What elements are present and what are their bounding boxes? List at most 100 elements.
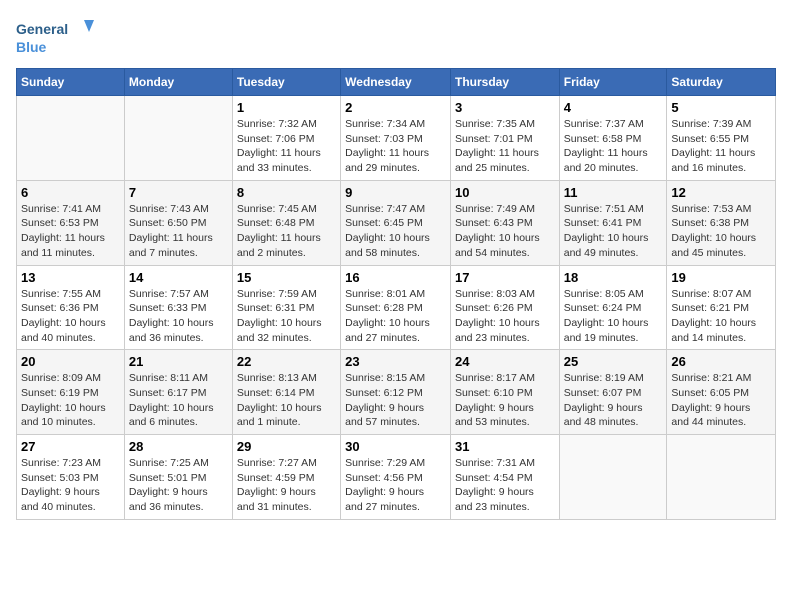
calendar-cell: 6 Sunrise: 7:41 AM Sunset: 6:53 PM Daylig…	[17, 180, 125, 265]
calendar-cell	[17, 96, 125, 181]
calendar-cell: 5 Sunrise: 7:39 AM Sunset: 6:55 PM Daylig…	[667, 96, 776, 181]
calendar-cell: 29Sunrise: 7:27 AM Sunset: 4:59 PM Dayli…	[232, 435, 340, 520]
calendar-cell: 15Sunrise: 7:59 AM Sunset: 6:31 PM Dayli…	[232, 265, 340, 350]
day-number: 5	[671, 100, 771, 115]
day-number: 13	[21, 270, 120, 285]
calendar-cell	[559, 435, 667, 520]
day-number: 29	[237, 439, 336, 454]
logo-svg: General Blue	[16, 16, 96, 60]
calendar-cell: 25Sunrise: 8:19 AM Sunset: 6:07 PM Dayli…	[559, 350, 667, 435]
calendar-cell: 1 Sunrise: 7:32 AM Sunset: 7:06 PM Daylig…	[232, 96, 340, 181]
calendar-cell: 31 Sunrise: 7:31 AM Sunset: 4:54 PM Dayli…	[450, 435, 559, 520]
day-detail: Sunrise: 7:32 AM Sunset: 7:06 PM Dayligh…	[237, 117, 336, 176]
calendar-week-2: 6 Sunrise: 7:41 AM Sunset: 6:53 PM Daylig…	[17, 180, 776, 265]
svg-text:Blue: Blue	[16, 39, 47, 55]
calendar-cell: 22 Sunrise: 8:13 AM Sunset: 6:14 PM Dayli…	[232, 350, 340, 435]
calendar-cell: 7Sunrise: 7:43 AM Sunset: 6:50 PM Daylig…	[124, 180, 232, 265]
calendar-cell: 13 Sunrise: 7:55 AM Sunset: 6:36 PM Dayli…	[17, 265, 125, 350]
day-detail: Sunrise: 7:39 AM Sunset: 6:55 PM Dayligh…	[671, 117, 771, 176]
weekday-header-saturday: Saturday	[667, 69, 776, 96]
day-number: 30	[345, 439, 446, 454]
day-detail: Sunrise: 7:53 AM Sunset: 6:38 PM Dayligh…	[671, 202, 771, 261]
calendar-week-4: 20 Sunrise: 8:09 AM Sunset: 6:19 PM Dayli…	[17, 350, 776, 435]
day-number: 2	[345, 100, 446, 115]
day-number: 12	[671, 185, 771, 200]
day-detail: Sunrise: 7:35 AM Sunset: 7:01 PM Dayligh…	[455, 117, 555, 176]
calendar-week-3: 13 Sunrise: 7:55 AM Sunset: 6:36 PM Dayli…	[17, 265, 776, 350]
day-number: 20	[21, 354, 120, 369]
calendar-cell: 30 Sunrise: 7:29 AM Sunset: 4:56 PM Dayli…	[341, 435, 451, 520]
calendar-cell: 21Sunrise: 8:11 AM Sunset: 6:17 PM Dayli…	[124, 350, 232, 435]
calendar-cell	[124, 96, 232, 181]
calendar-cell: 23 Sunrise: 8:15 AM Sunset: 6:12 PM Dayli…	[341, 350, 451, 435]
day-detail: Sunrise: 7:51 AM Sunset: 6:41 PM Dayligh…	[564, 202, 663, 261]
day-number: 18	[564, 270, 663, 285]
calendar-cell: 24 Sunrise: 8:17 AM Sunset: 6:10 PM Dayli…	[450, 350, 559, 435]
day-detail: Sunrise: 8:01 AM Sunset: 6:28 PM Dayligh…	[345, 287, 446, 346]
weekday-header-monday: Monday	[124, 69, 232, 96]
day-detail: Sunrise: 7:55 AM Sunset: 6:36 PM Dayligh…	[21, 287, 120, 346]
day-detail: Sunrise: 7:47 AM Sunset: 6:45 PM Dayligh…	[345, 202, 446, 261]
day-detail: Sunrise: 8:15 AM Sunset: 6:12 PM Dayligh…	[345, 371, 446, 430]
day-number: 24	[455, 354, 555, 369]
day-detail: Sunrise: 7:37 AM Sunset: 6:58 PM Dayligh…	[564, 117, 663, 176]
calendar-cell: 11 Sunrise: 7:51 AM Sunset: 6:41 PM Dayli…	[559, 180, 667, 265]
day-number: 17	[455, 270, 555, 285]
day-detail: Sunrise: 8:03 AM Sunset: 6:26 PM Dayligh…	[455, 287, 555, 346]
calendar-cell: 8 Sunrise: 7:45 AM Sunset: 6:48 PM Daylig…	[232, 180, 340, 265]
calendar-week-5: 27Sunrise: 7:23 AM Sunset: 5:03 PM Dayli…	[17, 435, 776, 520]
day-number: 8	[237, 185, 336, 200]
calendar-cell: 2 Sunrise: 7:34 AM Sunset: 7:03 PM Daylig…	[341, 96, 451, 181]
calendar-cell: 18 Sunrise: 8:05 AM Sunset: 6:24 PM Dayli…	[559, 265, 667, 350]
day-detail: Sunrise: 7:59 AM Sunset: 6:31 PM Dayligh…	[237, 287, 336, 346]
day-number: 9	[345, 185, 446, 200]
day-detail: Sunrise: 8:07 AM Sunset: 6:21 PM Dayligh…	[671, 287, 771, 346]
day-detail: Sunrise: 7:29 AM Sunset: 4:56 PM Dayligh…	[345, 456, 446, 515]
day-detail: Sunrise: 8:05 AM Sunset: 6:24 PM Dayligh…	[564, 287, 663, 346]
day-detail: Sunrise: 7:25 AM Sunset: 5:01 PM Dayligh…	[129, 456, 228, 515]
day-number: 1	[237, 100, 336, 115]
day-number: 11	[564, 185, 663, 200]
calendar-cell: 17 Sunrise: 8:03 AM Sunset: 6:26 PM Dayli…	[450, 265, 559, 350]
weekday-header-wednesday: Wednesday	[341, 69, 451, 96]
weekday-header-sunday: Sunday	[17, 69, 125, 96]
day-number: 26	[671, 354, 771, 369]
calendar-cell: 10Sunrise: 7:49 AM Sunset: 6:43 PM Dayli…	[450, 180, 559, 265]
day-number: 4	[564, 100, 663, 115]
calendar-table: SundayMondayTuesdayWednesdayThursdayFrid…	[16, 68, 776, 520]
day-number: 6	[21, 185, 120, 200]
day-detail: Sunrise: 8:13 AM Sunset: 6:14 PM Dayligh…	[237, 371, 336, 430]
calendar-cell: 9 Sunrise: 7:47 AM Sunset: 6:45 PM Daylig…	[341, 180, 451, 265]
day-detail: Sunrise: 8:17 AM Sunset: 6:10 PM Dayligh…	[455, 371, 555, 430]
day-number: 19	[671, 270, 771, 285]
calendar-cell: 27Sunrise: 7:23 AM Sunset: 5:03 PM Dayli…	[17, 435, 125, 520]
day-detail: Sunrise: 8:19 AM Sunset: 6:07 PM Dayligh…	[564, 371, 663, 430]
day-detail: Sunrise: 8:11 AM Sunset: 6:17 PM Dayligh…	[129, 371, 228, 430]
day-detail: Sunrise: 7:34 AM Sunset: 7:03 PM Dayligh…	[345, 117, 446, 176]
svg-text:General: General	[16, 21, 68, 37]
calendar-cell: 26 Sunrise: 8:21 AM Sunset: 6:05 PM Dayli…	[667, 350, 776, 435]
calendar-cell: 19 Sunrise: 8:07 AM Sunset: 6:21 PM Dayli…	[667, 265, 776, 350]
calendar-cell: 4 Sunrise: 7:37 AM Sunset: 6:58 PM Daylig…	[559, 96, 667, 181]
day-detail: Sunrise: 8:21 AM Sunset: 6:05 PM Dayligh…	[671, 371, 771, 430]
day-number: 28	[129, 439, 228, 454]
day-detail: Sunrise: 7:49 AM Sunset: 6:43 PM Dayligh…	[455, 202, 555, 261]
calendar-cell	[667, 435, 776, 520]
day-detail: Sunrise: 7:31 AM Sunset: 4:54 PM Dayligh…	[455, 456, 555, 515]
day-detail: Sunrise: 7:41 AM Sunset: 6:53 PM Dayligh…	[21, 202, 120, 261]
weekday-header-friday: Friday	[559, 69, 667, 96]
day-number: 22	[237, 354, 336, 369]
day-number: 23	[345, 354, 446, 369]
day-detail: Sunrise: 8:09 AM Sunset: 6:19 PM Dayligh…	[21, 371, 120, 430]
day-detail: Sunrise: 7:23 AM Sunset: 5:03 PM Dayligh…	[21, 456, 120, 515]
day-number: 3	[455, 100, 555, 115]
weekday-header-tuesday: Tuesday	[232, 69, 340, 96]
calendar-cell: 28 Sunrise: 7:25 AM Sunset: 5:01 PM Dayli…	[124, 435, 232, 520]
day-number: 14	[129, 270, 228, 285]
calendar-cell: 20 Sunrise: 8:09 AM Sunset: 6:19 PM Dayli…	[17, 350, 125, 435]
calendar-cell: 12 Sunrise: 7:53 AM Sunset: 6:38 PM Dayli…	[667, 180, 776, 265]
day-detail: Sunrise: 7:45 AM Sunset: 6:48 PM Dayligh…	[237, 202, 336, 261]
day-number: 16	[345, 270, 446, 285]
weekday-header-thursday: Thursday	[450, 69, 559, 96]
day-number: 31	[455, 439, 555, 454]
